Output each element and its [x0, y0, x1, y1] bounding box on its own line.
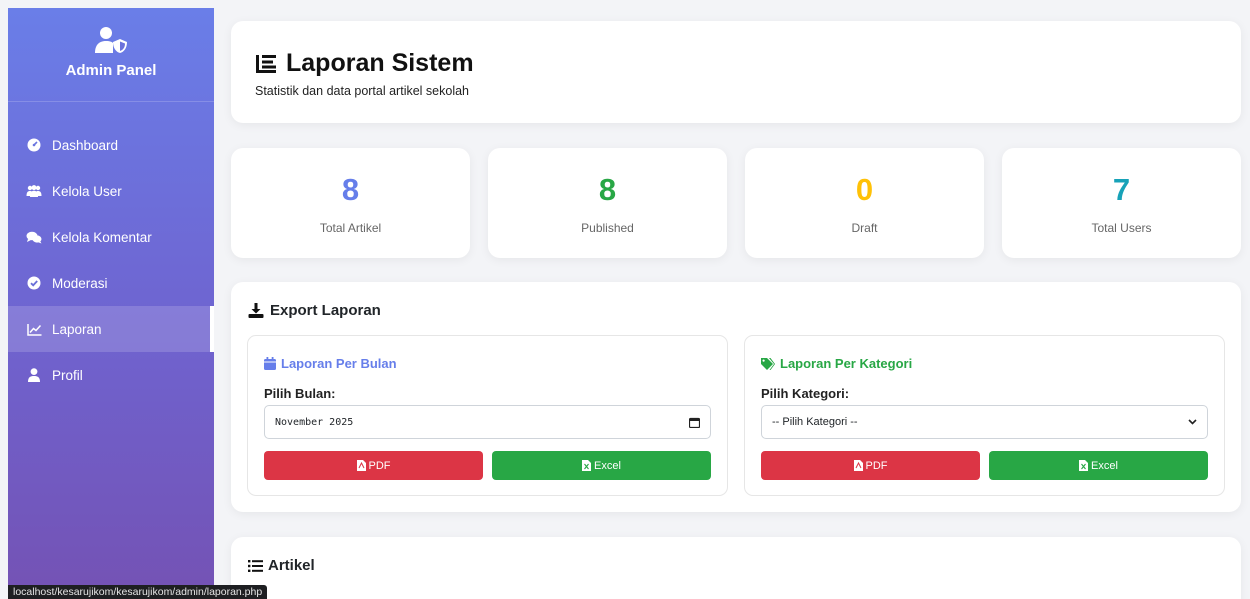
- page-title: Laporan Sistem: [255, 49, 1241, 78]
- sidebar: Admin Panel Dashboard Kelola User Kelola…: [8, 8, 214, 599]
- stat-card-total-users: 7 Total Users: [1002, 148, 1241, 258]
- stat-value: 8: [341, 172, 360, 207]
- sidebar-item-label: Kelola Komentar: [52, 229, 152, 245]
- page-title-text: Laporan Sistem: [286, 49, 474, 77]
- file-pdf-icon: [853, 460, 863, 471]
- sidebar-item-label: Kelola User: [52, 183, 122, 199]
- stat-label: Published: [581, 221, 634, 235]
- monthly-report-title: Laporan Per Bulan: [264, 356, 397, 371]
- category-report-panel: Laporan Per Kategori Pilih Kategori: -- …: [744, 335, 1225, 496]
- stat-card-total-artikel: 8 Total Artikel: [231, 148, 470, 258]
- stat-label: Total Users: [1091, 221, 1152, 235]
- sidebar-item-kelola-user[interactable]: Kelola User: [8, 168, 214, 214]
- category-select-value: -- Pilih Kategori --: [772, 416, 858, 428]
- monthly-report-panel: Laporan Per Bulan Pilih Bulan: November …: [247, 335, 728, 496]
- sidebar-item-profil[interactable]: Profil: [8, 352, 214, 398]
- stat-value: 8: [598, 172, 617, 207]
- brand-title: Admin Panel: [65, 62, 157, 79]
- category-excel-label: Excel: [1091, 459, 1118, 472]
- users-icon: [26, 183, 42, 199]
- category-report-title: Laporan Per Kategori: [761, 356, 912, 371]
- stat-value: 7: [1112, 172, 1131, 207]
- calendar-icon: [264, 357, 276, 370]
- month-input[interactable]: November 2025: [264, 405, 711, 439]
- month-label: Pilih Bulan:: [264, 386, 336, 401]
- monthly-pdf-button[interactable]: PDF: [264, 451, 483, 480]
- user-icon: [26, 367, 42, 383]
- monthly-pdf-label: PDF: [368, 459, 391, 472]
- sidebar-item-label: Profil: [52, 367, 83, 383]
- sidebar-brand: Admin Panel: [8, 8, 214, 102]
- month-input-value: November 2025: [275, 416, 354, 428]
- tags-icon: [761, 357, 775, 370]
- category-select[interactable]: -- Pilih Kategori --: [761, 405, 1208, 439]
- stat-card-draft: 0 Draft: [745, 148, 984, 258]
- tachometer-icon: [26, 137, 42, 153]
- monthly-excel-label: Excel: [594, 459, 621, 472]
- category-pdf-label: PDF: [865, 459, 888, 472]
- artikel-card: Artikel: [231, 537, 1241, 599]
- artikel-title-text: Artikel: [268, 557, 315, 574]
- category-excel-button[interactable]: Excel: [989, 451, 1208, 480]
- list-icon: [248, 559, 263, 572]
- file-excel-icon: [582, 460, 592, 471]
- check-circle-icon: [26, 275, 42, 291]
- user-shield-icon: [95, 27, 127, 53]
- file-pdf-icon: [356, 460, 366, 471]
- page-subtitle: Statistik dan data portal artikel sekola…: [255, 84, 470, 98]
- category-pdf-button[interactable]: PDF: [761, 451, 980, 480]
- stat-card-published: 8 Published: [488, 148, 727, 258]
- comments-icon: [26, 229, 42, 245]
- stat-label: Total Artikel: [319, 221, 382, 235]
- chevron-down-icon: [1188, 419, 1197, 425]
- file-excel-icon: [1079, 460, 1089, 471]
- sidebar-item-label: Laporan: [52, 321, 102, 337]
- download-icon: [248, 303, 264, 318]
- sidebar-item-label: Dashboard: [52, 137, 119, 153]
- monthly-report-title-text: Laporan Per Bulan: [281, 356, 397, 371]
- monthly-excel-button[interactable]: Excel: [492, 451, 711, 480]
- sidebar-item-kelola-komentar[interactable]: Kelola Komentar: [8, 214, 214, 260]
- sidebar-item-laporan[interactable]: Laporan: [8, 306, 214, 352]
- stat-value: 0: [855, 172, 874, 207]
- export-title: Export Laporan: [248, 302, 381, 319]
- status-url: localhost/kesarujikom/kesarujikom/admin/…: [8, 585, 268, 599]
- sidebar-item-label: Moderasi: [52, 275, 108, 291]
- sidebar-menu: Dashboard Kelola User Kelola Komentar Mo…: [8, 122, 214, 398]
- category-report-title-text: Laporan Per Kategori: [780, 356, 913, 371]
- list-alt-icon: [256, 54, 276, 73]
- stat-label: Draft: [851, 221, 878, 235]
- sidebar-item-moderasi[interactable]: Moderasi: [8, 260, 214, 306]
- category-label: Pilih Kategori:: [761, 386, 850, 401]
- artikel-title: Artikel: [248, 557, 315, 574]
- export-card: Export Laporan Laporan Per Bulan Pilih B…: [231, 282, 1241, 512]
- page-header-card: Laporan Sistem Statistik dan data portal…: [231, 21, 1241, 123]
- export-title-text: Export Laporan: [270, 302, 381, 319]
- chart-line-icon: [26, 321, 42, 337]
- sidebar-item-dashboard[interactable]: Dashboard: [8, 122, 214, 168]
- calendar-picker-icon[interactable]: [689, 417, 700, 428]
